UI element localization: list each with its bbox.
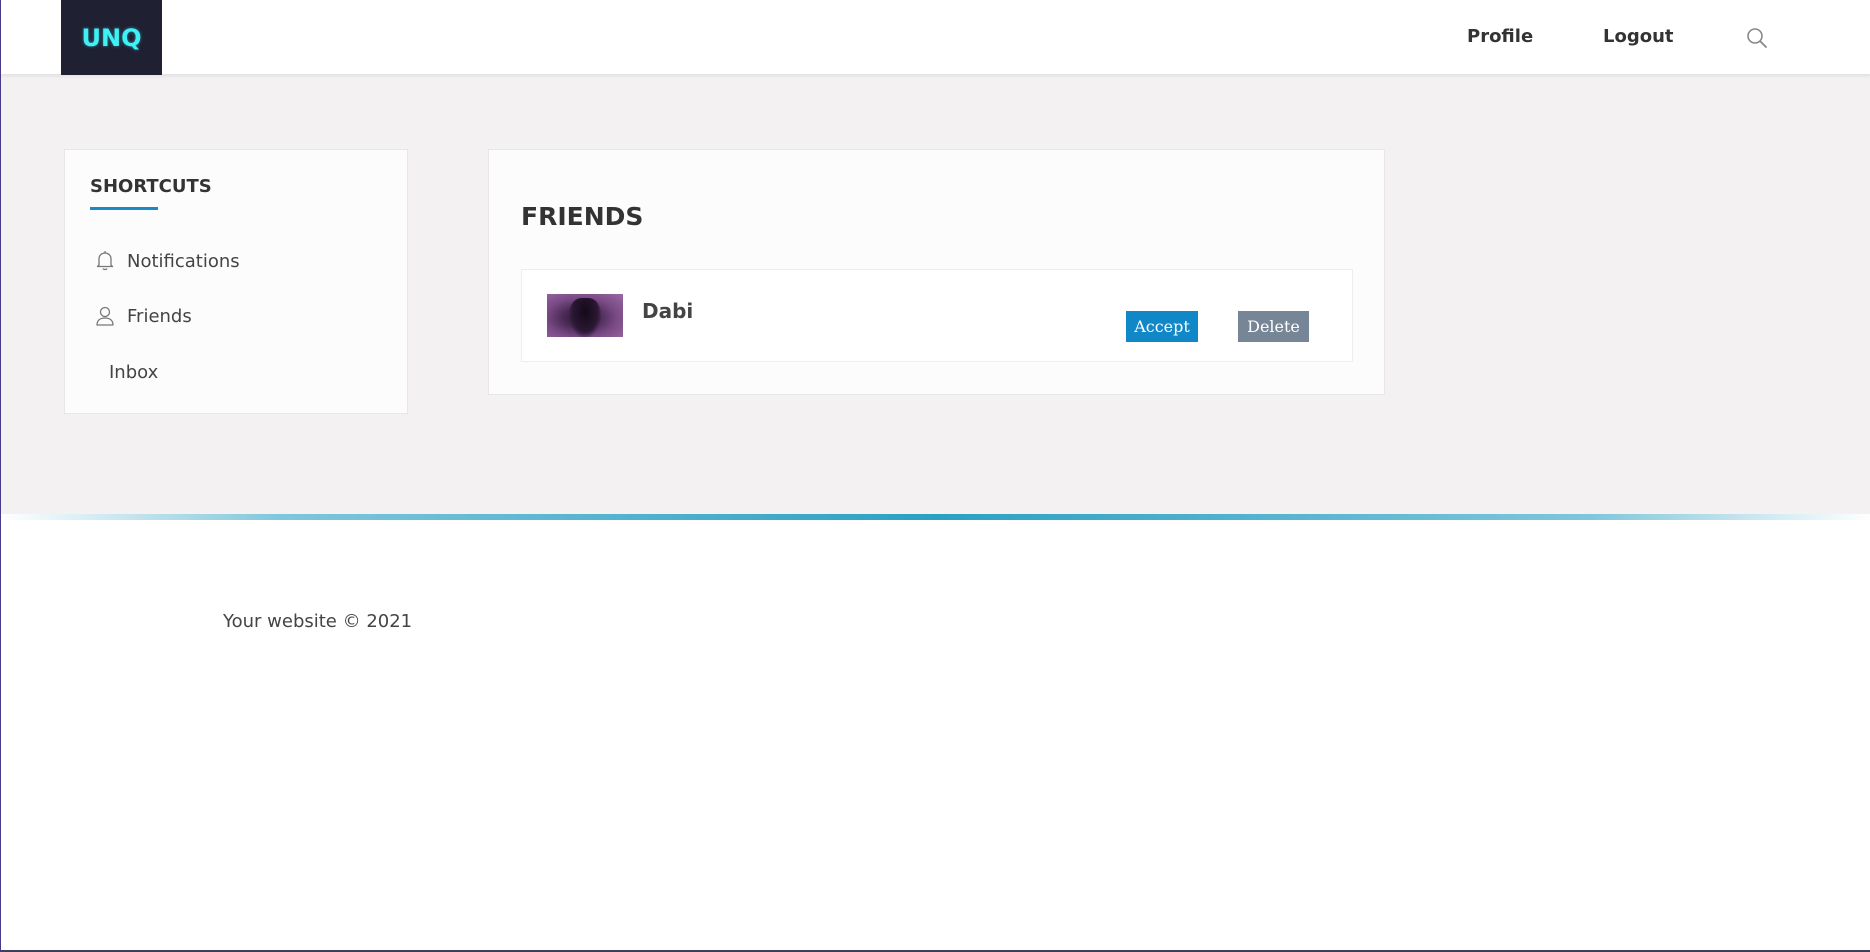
friends-panel: FRIENDS Dabi Accept Delete — [488, 149, 1385, 395]
logo-text: UNQ — [81, 23, 142, 52]
shortcuts-title: SHORTCUTS — [90, 176, 212, 197]
friend-name[interactable]: Dabi — [642, 299, 693, 323]
shortcut-friends-label: Friends — [127, 305, 192, 327]
site-logo[interactable]: UNQ — [61, 0, 162, 75]
top-header: UNQ Profile Logout — [1, 0, 1870, 75]
shortcut-notifications[interactable]: Notifications — [95, 250, 240, 272]
shortcut-friends[interactable]: Friends — [95, 305, 192, 327]
delete-button[interactable]: Delete — [1238, 311, 1309, 342]
nav-logout-link[interactable]: Logout — [1603, 26, 1674, 47]
shortcuts-title-underline — [90, 207, 158, 210]
shortcut-inbox-label: Inbox — [109, 362, 159, 383]
accept-button[interactable]: Accept — [1126, 311, 1198, 342]
footer-copyright: Your website © 2021 — [223, 611, 413, 632]
friend-request-card: Dabi Accept Delete — [521, 269, 1353, 362]
shortcuts-panel: SHORTCUTS Notifications Friends Inbox — [64, 149, 408, 414]
avatar-silhouette — [569, 298, 601, 337]
shortcut-inbox[interactable]: Inbox — [109, 362, 158, 383]
user-icon — [95, 305, 115, 327]
search-icon[interactable] — [1745, 26, 1769, 50]
friends-title: FRIENDS — [521, 202, 644, 231]
footer-divider — [1, 514, 1870, 520]
shortcut-notifications-label: Notifications — [127, 250, 240, 272]
bell-icon — [95, 250, 115, 272]
nav-profile-link[interactable]: Profile — [1467, 26, 1533, 47]
friend-avatar[interactable] — [547, 294, 623, 337]
